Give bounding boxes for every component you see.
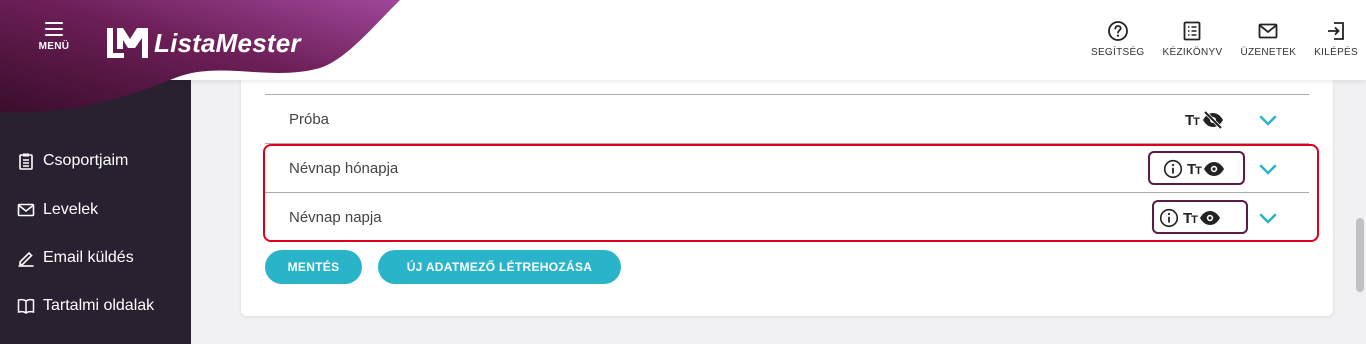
menu-label: MENÜ bbox=[38, 41, 70, 52]
top-actions: SEGÍTSÉG KÉZIKÖNYV ÜZENETEK KILÉPÉS bbox=[1073, 20, 1358, 58]
scrollbar-thumb[interactable] bbox=[1356, 218, 1364, 292]
logout-button[interactable]: KILÉPÉS bbox=[1314, 20, 1358, 58]
sidebar-item-send-email[interactable]: Email küldés bbox=[17, 249, 134, 267]
logout-label: KILÉPÉS bbox=[1314, 47, 1358, 58]
save-button[interactable]: MENTÉS bbox=[265, 250, 362, 284]
clipboard-icon bbox=[19, 153, 33, 170]
manual-list-icon bbox=[1184, 21, 1201, 41]
menu-button[interactable]: MENÜ bbox=[30, 22, 78, 62]
help-button[interactable]: SEGÍTSÉG bbox=[1091, 20, 1145, 58]
hamburger-icon bbox=[45, 22, 63, 36]
help-label: SEGÍTSÉG bbox=[1090, 47, 1145, 58]
field-label: Névnap hónapja bbox=[289, 160, 399, 177]
messages-button[interactable]: ÜZENETEK bbox=[1240, 20, 1296, 58]
field-row-proba[interactable]: Próba TT bbox=[265, 95, 1309, 144]
brand-logo[interactable]: ListaMester bbox=[104, 26, 301, 60]
eye-off-icon[interactable] bbox=[1201, 110, 1225, 130]
sidebar-item-label: Levelek bbox=[43, 201, 99, 218]
sidebar-item-label: Csoportjaim bbox=[43, 152, 129, 169]
sidebar-item-label: Tartalmi oldalak bbox=[43, 297, 155, 314]
icons-outline bbox=[1152, 200, 1248, 234]
manual-button[interactable]: KÉZIKÖNYV bbox=[1163, 20, 1223, 58]
field-label: Névnap napja bbox=[289, 209, 382, 226]
icons-outline bbox=[1148, 151, 1245, 185]
help-circle-icon bbox=[1107, 21, 1128, 41]
fields-card: Próba TT Névnap hónapja TT Névnap napja … bbox=[241, 80, 1333, 316]
logout-icon bbox=[1328, 22, 1344, 40]
listamester-logo-icon bbox=[107, 28, 148, 58]
brand-name: ListaMester bbox=[154, 27, 301, 58]
sidebar: Csoportjaim Levelek Email küldés Tartalm… bbox=[0, 80, 191, 344]
chevron-down-icon[interactable] bbox=[1257, 109, 1279, 131]
text-size-icon[interactable]: TT bbox=[1185, 112, 1200, 129]
pencil-icon bbox=[18, 251, 34, 267]
new-field-button[interactable]: ÚJ ADATMEZŐ LÉTREHOZÁSA bbox=[378, 250, 621, 284]
sidebar-item-content-pages[interactable]: Tartalmi oldalak bbox=[17, 297, 154, 315]
book-icon bbox=[17, 298, 35, 314]
chevron-down-icon[interactable] bbox=[1257, 158, 1279, 180]
sidebar-item-letters[interactable]: Levelek bbox=[17, 201, 98, 219]
sidebar-item-label: Email küldés bbox=[43, 249, 134, 266]
messages-label: ÜZENETEK bbox=[1240, 47, 1297, 58]
field-icons: TT bbox=[1185, 109, 1225, 131]
chevron-down-icon[interactable] bbox=[1257, 207, 1279, 229]
envelope-icon bbox=[1258, 23, 1278, 39]
envelope-icon bbox=[17, 203, 35, 217]
manual-label: KÉZIKÖNYV bbox=[1162, 47, 1223, 58]
sidebar-item-groups[interactable]: Csoportjaim bbox=[17, 152, 128, 170]
